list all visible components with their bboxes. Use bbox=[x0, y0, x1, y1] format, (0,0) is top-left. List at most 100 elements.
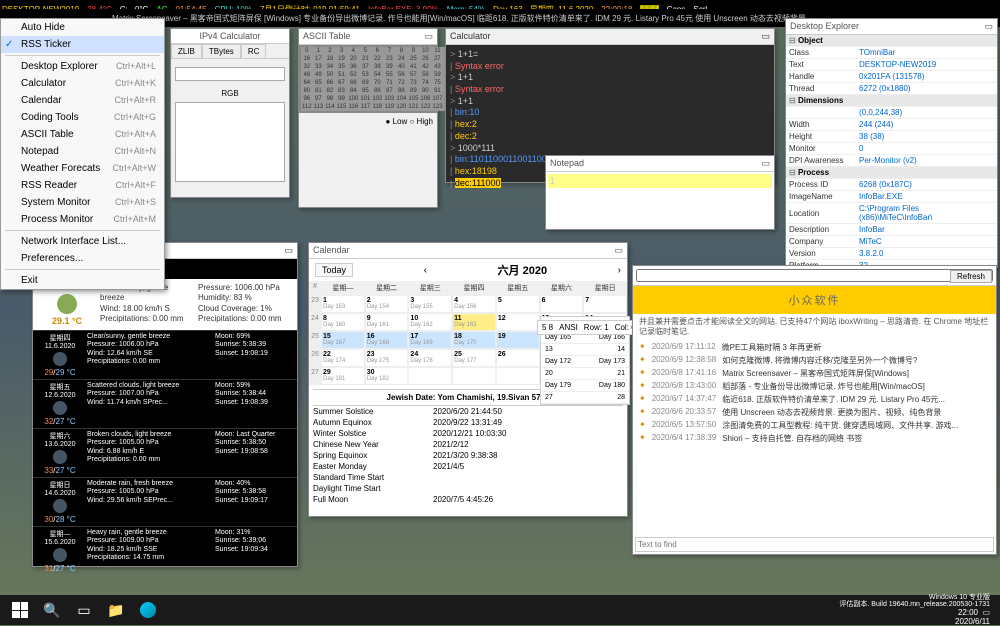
rss-item[interactable]: ✦2020/6/9 12:38:58如何克隆微博. 将微博内容迁移/克隆至另外一… bbox=[633, 354, 996, 367]
close-icon[interactable]: ▭ bbox=[424, 31, 433, 42]
start-button[interactable] bbox=[12, 602, 28, 618]
close-icon[interactable]: ▭ bbox=[984, 21, 993, 32]
feed-select[interactable] bbox=[636, 269, 993, 282]
menu-item-calendar[interactable]: CalendarCtrl+Alt+R bbox=[1, 92, 164, 109]
calendar-day[interactable]: 2Day 154 bbox=[365, 295, 409, 313]
rgb-preview bbox=[175, 102, 285, 182]
ascii-grid[interactable]: 0123456789101112131415161718192021222324… bbox=[299, 45, 437, 113]
menu-item-exit[interactable]: Exit bbox=[1, 272, 164, 289]
rss-search-input[interactable] bbox=[635, 537, 994, 552]
calendar-day[interactable]: 3Day 155 bbox=[408, 295, 452, 313]
today-button[interactable]: Today bbox=[315, 263, 353, 277]
rss-item[interactable]: ✦2020/6/7 14:37:47临近618. 正版软件特价清单来了. IDM… bbox=[633, 393, 996, 406]
line-number: 1 bbox=[550, 176, 555, 186]
rss-item[interactable]: ✦2020/6/5 13:57:50涂图清免费的工具型教程: 纯干货. 健穿透局… bbox=[633, 419, 996, 432]
forecast-row: 星期六13.6.202033/27 °CBroken clouds, light… bbox=[33, 428, 297, 477]
weather-window[interactable]: Weather Forecast▭ 21:5429.1 °C Clear/sun… bbox=[32, 242, 298, 567]
calendar-day[interactable]: 15Day 167 bbox=[321, 331, 365, 349]
menu-item-auto-hide[interactable]: Auto Hide bbox=[1, 19, 164, 36]
calendar-day[interactable]: 19 bbox=[496, 331, 540, 349]
menu-item-system-monitor[interactable]: System MonitorCtrl+Alt+S bbox=[1, 194, 164, 211]
calendar-day[interactable]: 6 bbox=[540, 295, 584, 313]
context-menu: Auto Hide✓RSS Ticker Desktop ExplorerCtrl… bbox=[0, 18, 165, 290]
rgb-label: RGB bbox=[171, 89, 289, 98]
calendar-day[interactable]: 1Day 153 bbox=[321, 295, 365, 313]
rss-reader-window[interactable]: Refresh 小众软件 并且兼并需要点击才能阅读全文的网站. 已支持47个网站… bbox=[632, 265, 997, 555]
calendar-day[interactable]: 7 bbox=[583, 295, 627, 313]
ipv4-tabs: ZLIB TBytes RC bbox=[171, 44, 289, 59]
close-icon[interactable]: ▭ bbox=[284, 245, 293, 256]
menu-item-network-interface-list-[interactable]: Network Interface List... bbox=[1, 233, 164, 250]
forecast-row: 星期四11.6.202029/29 °CClear/sunny, gentle … bbox=[33, 330, 297, 379]
notepad-body[interactable]: 1 bbox=[546, 172, 774, 190]
calendar-day[interactable]: 8Day 160 bbox=[321, 313, 365, 331]
calendar-day[interactable]: 24Day 176 bbox=[408, 349, 452, 367]
calendar-day[interactable]: 25Day 177 bbox=[452, 349, 496, 367]
calendar-day[interactable]: 26 bbox=[496, 349, 540, 367]
notif-icon[interactable]: ▭ bbox=[982, 608, 990, 617]
ipv4-title: IPv4 Calculator bbox=[171, 29, 289, 44]
tab-zlib[interactable]: ZLIB bbox=[171, 44, 202, 58]
desktop-explorer-window[interactable]: Desktop Explorer▭ ObjectClassTOmniBarTex… bbox=[785, 18, 998, 268]
taskbar[interactable]: 🔍 ▭ 📁 Windows 10 专业版 评估副本. Build 19640.m… bbox=[0, 595, 1000, 625]
rss-item[interactable]: ✦2020/6/6 20:33:57使用 Unscreen 动态去视频背景. 更… bbox=[633, 406, 996, 419]
menu-item-desktop-explorer[interactable]: Desktop ExplorerCtrl+Alt+L bbox=[1, 58, 164, 75]
ascii-table-window[interactable]: ASCII Table▭ 012345678910111213141516171… bbox=[298, 28, 438, 208]
calendar-day[interactable]: 11Day 163 bbox=[452, 313, 496, 331]
search-icon[interactable]: 🔍 bbox=[40, 598, 64, 622]
next-month-icon[interactable]: › bbox=[618, 265, 621, 276]
prev-month-icon[interactable]: ‹ bbox=[424, 265, 427, 276]
edge-icon[interactable] bbox=[136, 598, 160, 622]
ascii-title: ASCII Table▭ bbox=[299, 29, 437, 45]
rss-item[interactable]: ✦2020/6/4 17:38:39Shiori – 支持自托管. 自存档的网络… bbox=[633, 432, 996, 445]
calendar-day[interactable] bbox=[452, 367, 496, 385]
rss-item[interactable]: ✦2020/6/9 17:11:12微PE工具箱时隔 3 年再更新 bbox=[633, 341, 996, 354]
calendar-day[interactable] bbox=[496, 367, 540, 385]
ipv4-input[interactable] bbox=[175, 67, 285, 81]
radio-high[interactable]: ○ High bbox=[409, 117, 433, 126]
notepad-title: Notepad▭ bbox=[546, 156, 774, 172]
tab-rc[interactable]: RC bbox=[241, 44, 267, 58]
calendar-day[interactable]: 4Day 156 bbox=[452, 295, 496, 313]
calendar-day[interactable]: 23Day 175 bbox=[365, 349, 409, 367]
menu-item-rss-reader[interactable]: RSS ReaderCtrl+Alt+F bbox=[1, 177, 164, 194]
menu-item-preferences-[interactable]: Preferences... bbox=[1, 250, 164, 267]
menu-item-ascii-table[interactable]: ASCII TableCtrl+Alt+A bbox=[1, 126, 164, 143]
tab-tbytes[interactable]: TBytes bbox=[202, 44, 241, 58]
calendar-day[interactable]: 10Day 162 bbox=[408, 313, 452, 331]
menu-item-calculator[interactable]: CalculatorCtrl+Alt+K bbox=[1, 75, 164, 92]
weather-icon bbox=[57, 294, 77, 314]
radio-low[interactable]: ● Low bbox=[386, 117, 408, 126]
rss-item[interactable]: ✦2020/6/8 13:43:00稻部落 - 专业备份导出微博记录. 炸号也能… bbox=[633, 380, 996, 393]
calendar-day[interactable]: 17Day 169 bbox=[408, 331, 452, 349]
menu-item-rss-ticker[interactable]: ✓RSS Ticker bbox=[1, 36, 164, 53]
rss-item[interactable]: ✦2020/6/8 17:41:16Matrix Screensaver – 黑… bbox=[633, 367, 996, 380]
ticker-text: Matrix Screensaver – 黑客帝国式矩阵屏保 [Windows]… bbox=[112, 13, 806, 24]
system-tray[interactable]: Windows 10 专业版 评估副本. Build 19640.mn_rele… bbox=[839, 594, 996, 626]
calendar-day[interactable] bbox=[408, 367, 452, 385]
menu-item-notepad[interactable]: NotepadCtrl+Alt+N bbox=[1, 143, 164, 160]
ascii-range: ● Low ○ High bbox=[299, 113, 437, 130]
calendar-day[interactable]: 29Day 181 bbox=[321, 367, 365, 385]
month-title: 六月 2020 bbox=[498, 262, 548, 278]
notepad-window[interactable]: Notepad▭ 1 bbox=[545, 155, 775, 230]
calendar-day[interactable]: 16Day 168 bbox=[365, 331, 409, 349]
calendar-day[interactable]: 22Day 174 bbox=[321, 349, 365, 367]
ipv4-calculator-window[interactable]: IPv4 Calculator ZLIB TBytes RC RGB bbox=[170, 28, 290, 198]
calendar-day[interactable]: 18Day 170 bbox=[452, 331, 496, 349]
close-icon[interactable]: ▭ bbox=[614, 245, 623, 256]
explorer-icon[interactable]: 📁 bbox=[104, 598, 128, 622]
forecast-row: 星期—15.6.202031/27 °CHeavy rain, gentle b… bbox=[33, 526, 297, 575]
calendar-day[interactable]: 12 bbox=[496, 313, 540, 331]
refresh-button[interactable]: Refresh bbox=[950, 270, 992, 283]
calendar-day[interactable]: 5 bbox=[496, 295, 540, 313]
explorer-title: Desktop Explorer▭ bbox=[786, 19, 997, 35]
menu-item-process-monitor[interactable]: Process MonitorCtrl+Alt+M bbox=[1, 211, 164, 228]
close-icon[interactable]: ▭ bbox=[761, 158, 770, 169]
task-view-icon[interactable]: ▭ bbox=[72, 598, 96, 622]
menu-item-weather-forecats[interactable]: Weather ForecatsCtrl+Alt+W bbox=[1, 160, 164, 177]
calendar-day[interactable]: 9Day 161 bbox=[365, 313, 409, 331]
calendar-day[interactable]: 30Day 182 bbox=[365, 367, 409, 385]
close-icon[interactable]: ▭ bbox=[761, 31, 770, 42]
menu-item-coding-tools[interactable]: Coding ToolsCtrl+Alt+G bbox=[1, 109, 164, 126]
